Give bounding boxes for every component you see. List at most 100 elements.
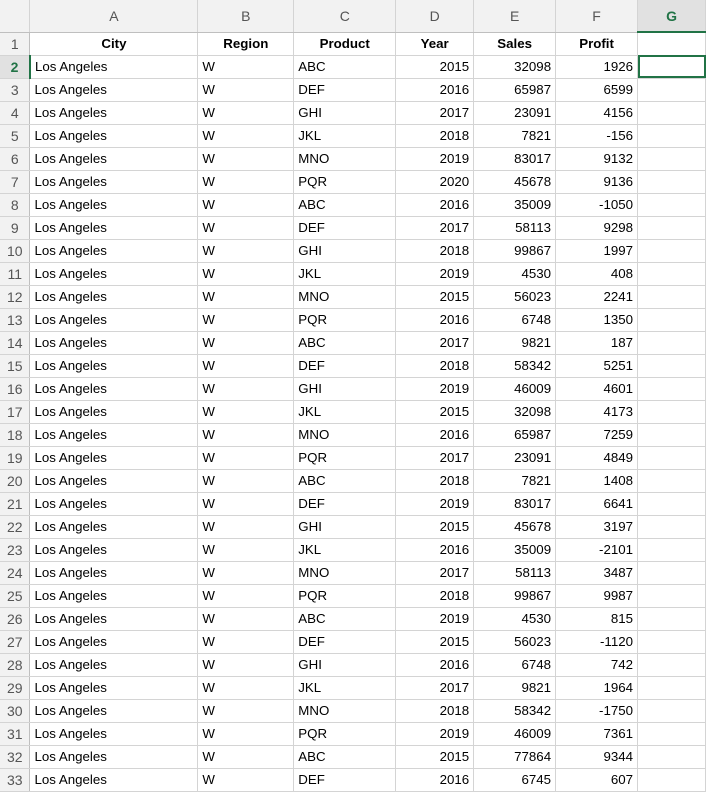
cell-g[interactable] — [637, 147, 706, 171]
cell-profit[interactable]: 607 — [555, 768, 639, 792]
cell-profit[interactable]: 3487 — [555, 561, 639, 585]
row-header[interactable]: 27 — [0, 630, 31, 654]
row-header[interactable]: 26 — [0, 607, 31, 631]
cell-year[interactable]: 2019 — [395, 492, 475, 516]
row-header[interactable]: 1 — [0, 32, 31, 56]
cell-year[interactable]: 2017 — [395, 561, 475, 585]
cell-year[interactable]: 2016 — [395, 538, 475, 562]
cell-year[interactable]: 2018 — [395, 354, 475, 378]
cell-profit[interactable]: 7361 — [555, 722, 639, 746]
cell-g[interactable] — [637, 216, 706, 240]
cell-g[interactable] — [637, 308, 706, 332]
cell-year[interactable]: 2018 — [395, 699, 475, 723]
cell-product[interactable]: JKL — [293, 538, 397, 562]
cell-profit[interactable]: 9132 — [555, 147, 639, 171]
cell-product[interactable]: DEF — [293, 492, 397, 516]
cell-year[interactable]: 2018 — [395, 469, 475, 493]
cell-year[interactable]: 2016 — [395, 653, 475, 677]
cell-g[interactable] — [637, 400, 706, 424]
cell-region[interactable]: W — [197, 147, 295, 171]
cell-year[interactable]: 2018 — [395, 584, 475, 608]
cell-g[interactable] — [637, 584, 706, 608]
cell-year[interactable]: 2016 — [395, 308, 475, 332]
cell-city[interactable]: Los Angeles — [29, 78, 199, 102]
cell-city[interactable]: Los Angeles — [29, 515, 199, 539]
cell-year[interactable]: 2016 — [395, 768, 475, 792]
cell-region[interactable]: W — [197, 400, 295, 424]
cell-year[interactable]: 2015 — [395, 285, 475, 309]
cell-city[interactable]: Los Angeles — [29, 653, 199, 677]
cell-year-header[interactable]: Year — [395, 32, 475, 56]
cell-g[interactable] — [637, 446, 706, 470]
cell-sales[interactable]: 32098 — [473, 55, 557, 79]
cell-profit[interactable]: 9987 — [555, 584, 639, 608]
cell-product[interactable]: JKL — [293, 124, 397, 148]
cell-g[interactable] — [637, 515, 706, 539]
cell-year[interactable]: 2020 — [395, 170, 475, 194]
cell-city[interactable]: Los Angeles — [29, 745, 199, 769]
row-header[interactable]: 23 — [0, 538, 31, 562]
row-header[interactable]: 18 — [0, 423, 31, 447]
cell-sales[interactable]: 46009 — [473, 377, 557, 401]
cell-profit[interactable]: 6641 — [555, 492, 639, 516]
cell-product[interactable]: PQR — [293, 446, 397, 470]
cell-product[interactable]: MNO — [293, 147, 397, 171]
cell-region[interactable]: W — [197, 653, 295, 677]
cell-region[interactable]: W — [197, 745, 295, 769]
cell-product[interactable]: DEF — [293, 216, 397, 240]
row-header[interactable]: 21 — [0, 492, 31, 516]
cell-year[interactable]: 2019 — [395, 722, 475, 746]
cell-region[interactable]: W — [197, 308, 295, 332]
cell-g[interactable] — [637, 469, 706, 493]
cell-city[interactable]: Los Angeles — [29, 699, 199, 723]
cell-city[interactable]: Los Angeles — [29, 676, 199, 700]
row-header[interactable]: 11 — [0, 262, 31, 286]
cell-year[interactable]: 2018 — [395, 124, 475, 148]
cell-sales[interactable]: 83017 — [473, 147, 557, 171]
cell-year[interactable]: 2015 — [395, 400, 475, 424]
cell-region[interactable]: W — [197, 55, 295, 79]
cell-product[interactable]: ABC — [293, 607, 397, 631]
cell-profit[interactable]: 9344 — [555, 745, 639, 769]
cell-sales[interactable]: 6748 — [473, 653, 557, 677]
cell-city[interactable]: Los Angeles — [29, 446, 199, 470]
row-header[interactable]: 7 — [0, 170, 31, 194]
cell-region[interactable]: W — [197, 331, 295, 355]
cell-city[interactable]: Los Angeles — [29, 285, 199, 309]
cell-sales-header[interactable]: Sales — [473, 32, 557, 56]
cell-region[interactable]: W — [197, 699, 295, 723]
cell-sales[interactable]: 9821 — [473, 331, 557, 355]
row-header[interactable]: 29 — [0, 676, 31, 700]
column-header-e[interactable]: E — [473, 0, 557, 33]
cell-sales[interactable]: 65987 — [473, 423, 557, 447]
row-header[interactable]: 10 — [0, 239, 31, 263]
cell-product[interactable]: MNO — [293, 285, 397, 309]
cell-profit[interactable]: 9298 — [555, 216, 639, 240]
cell-city[interactable]: Los Angeles — [29, 170, 199, 194]
cell-region-header[interactable]: Region — [197, 32, 295, 56]
cell-profit[interactable]: 4156 — [555, 101, 639, 125]
cell-sales[interactable]: 4530 — [473, 262, 557, 286]
cell-g[interactable] — [637, 653, 706, 677]
cell-product[interactable]: GHI — [293, 239, 397, 263]
column-header-b[interactable]: B — [197, 0, 295, 33]
cell-city[interactable]: Los Angeles — [29, 630, 199, 654]
cell-g[interactable] — [637, 676, 706, 700]
cell-g[interactable] — [637, 239, 706, 263]
cell-profit[interactable]: 5251 — [555, 354, 639, 378]
cell-product[interactable]: PQR — [293, 584, 397, 608]
cell-product[interactable]: PQR — [293, 308, 397, 332]
cell-city[interactable]: Los Angeles — [29, 331, 199, 355]
cell-g[interactable] — [637, 170, 706, 194]
cell-region[interactable]: W — [197, 561, 295, 585]
cell-sales[interactable]: 9821 — [473, 676, 557, 700]
cell-product[interactable]: DEF — [293, 354, 397, 378]
cell-product[interactable]: DEF — [293, 768, 397, 792]
cell-sales[interactable]: 35009 — [473, 193, 557, 217]
row-header[interactable]: 24 — [0, 561, 31, 585]
cell-city[interactable]: Los Angeles — [29, 377, 199, 401]
cell-year[interactable]: 2018 — [395, 239, 475, 263]
cell-city[interactable]: Los Angeles — [29, 722, 199, 746]
cell-city[interactable]: Los Angeles — [29, 768, 199, 792]
cell-sales[interactable]: 58342 — [473, 699, 557, 723]
